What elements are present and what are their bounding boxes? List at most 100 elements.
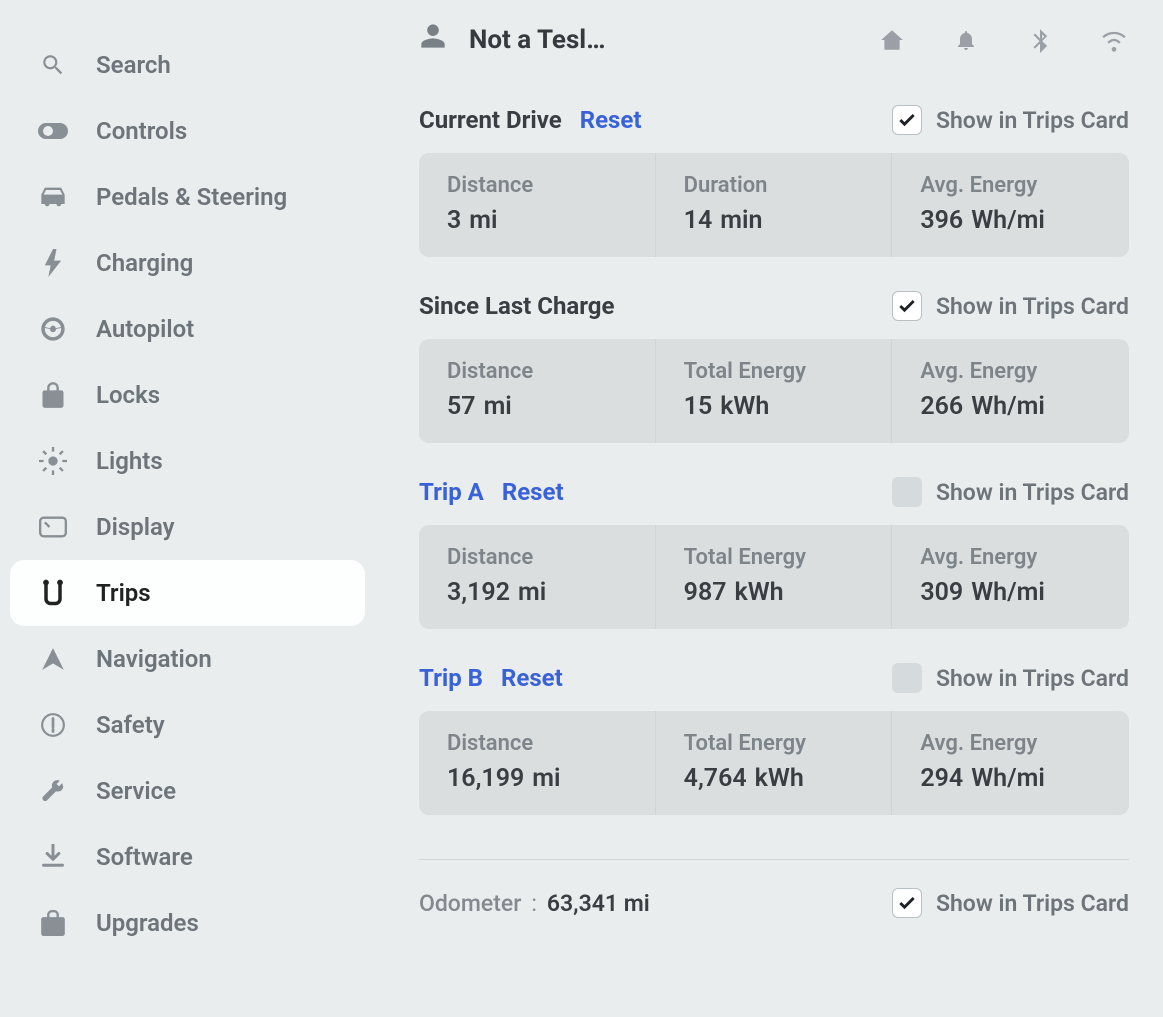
metric-label: Distance bbox=[447, 545, 627, 570]
odometer-row: Odometer : 63,341 mi Show in Trips Card bbox=[419, 859, 1129, 918]
sidebar-item-service[interactable]: Service bbox=[10, 758, 365, 824]
sidebar-item-lights[interactable]: Lights bbox=[10, 428, 365, 494]
sidebar-item-label: Search bbox=[96, 51, 349, 79]
sidebar-item-pedals-steering[interactable]: Pedals & Steering bbox=[10, 164, 365, 230]
show-in-trips-toggle[interactable]: Show in Trips Card bbox=[892, 663, 1129, 693]
main-panel: Not a Tesl… Current Drive Reset Show in Tr… bbox=[375, 0, 1163, 1017]
sidebar-item-display[interactable]: Display bbox=[10, 494, 365, 560]
show-label: Show in Trips Card bbox=[936, 665, 1129, 692]
show-label: Show in Trips Card bbox=[936, 479, 1129, 506]
sidebar-item-label: Display bbox=[96, 513, 349, 541]
bell-icon[interactable] bbox=[951, 25, 981, 55]
metric-label: Avg. Energy bbox=[920, 173, 1101, 198]
user-name: Not a Tesl… bbox=[469, 25, 605, 55]
metric-value: 3mi bbox=[447, 206, 627, 235]
metric-label: Distance bbox=[447, 731, 627, 756]
odometer-show-toggle[interactable]: Show in Trips Card bbox=[892, 888, 1129, 918]
sidebar-item-label: Locks bbox=[96, 381, 349, 409]
bluetooth-icon[interactable] bbox=[1025, 25, 1055, 55]
metric-value: 16,199mi bbox=[447, 764, 627, 793]
metrics-card: Distance 3mi Duration 14min Avg. Energy 396Wh… bbox=[419, 153, 1129, 257]
show-label: Show in Trips Card bbox=[936, 890, 1129, 917]
sidebar-item-charging[interactable]: Charging bbox=[10, 230, 365, 296]
car-icon bbox=[38, 182, 68, 212]
metric-value: 3,192mi bbox=[447, 578, 627, 607]
checkbox-icon[interactable] bbox=[892, 663, 922, 693]
show-in-trips-toggle[interactable]: Show in Trips Card bbox=[892, 291, 1129, 321]
metric-value: 987kWh bbox=[684, 578, 864, 607]
reset-button[interactable]: Reset bbox=[580, 106, 642, 134]
section-trip-b: Trip B Reset Show in Trips Card Distance 16,… bbox=[419, 663, 1129, 815]
sidebar-item-search[interactable]: Search bbox=[10, 32, 365, 98]
sidebar-item-label: Trips bbox=[96, 579, 349, 607]
topbar: Not a Tesl… bbox=[419, 22, 1129, 57]
metric-label: Total Energy bbox=[684, 545, 864, 570]
metric-label: Distance bbox=[447, 173, 627, 198]
homelink-icon[interactable] bbox=[877, 25, 907, 55]
reset-button[interactable]: Reset bbox=[501, 664, 563, 692]
section-title[interactable]: Trip A bbox=[419, 478, 484, 506]
checkbox-icon[interactable] bbox=[892, 291, 922, 321]
sidebar-item-safety[interactable]: Safety bbox=[10, 692, 365, 758]
reset-button[interactable]: Reset bbox=[502, 478, 564, 506]
metric-cell: Distance 16,199mi bbox=[419, 711, 656, 815]
sidebar-item-locks[interactable]: Locks bbox=[10, 362, 365, 428]
checkbox-icon[interactable] bbox=[892, 888, 922, 918]
section-title[interactable]: Trip B bbox=[419, 664, 483, 692]
sidebar-item-label: Controls bbox=[96, 117, 349, 145]
search-icon bbox=[38, 50, 68, 80]
user-icon bbox=[419, 22, 447, 57]
metric-value: 4,764kWh bbox=[684, 764, 864, 793]
odometer-label: Odometer bbox=[419, 890, 521, 917]
checkbox-icon[interactable] bbox=[892, 105, 922, 135]
toggle-icon bbox=[38, 116, 68, 146]
metric-cell: Distance57mi bbox=[419, 339, 656, 443]
steering-icon bbox=[38, 314, 68, 344]
metric-label: Avg. Energy bbox=[920, 731, 1101, 756]
metric-cell: Avg. Energy266Wh/mi bbox=[892, 339, 1129, 443]
metric-label: Total Energy bbox=[684, 359, 864, 384]
safety-icon bbox=[38, 710, 68, 740]
metric-cell: Avg. Energy 396Wh/mi bbox=[892, 153, 1129, 257]
metric-cell: Distance 3mi bbox=[419, 153, 656, 257]
section-header: Trip A Reset Show in Trips Card bbox=[419, 477, 1129, 507]
metric-value: 15kWh bbox=[684, 392, 864, 421]
topbar-icons bbox=[877, 25, 1129, 55]
section-title: Current Drive bbox=[419, 106, 562, 134]
metric-label: Distance bbox=[447, 359, 627, 384]
metric-value: 396Wh/mi bbox=[920, 206, 1101, 235]
wifi-icon[interactable] bbox=[1099, 25, 1129, 55]
sidebar-item-label: Service bbox=[96, 777, 349, 805]
metric-cell: Distance 3,192mi bbox=[419, 525, 656, 629]
metric-label: Duration bbox=[684, 173, 864, 198]
show-in-trips-toggle[interactable]: Show in Trips Card bbox=[892, 105, 1129, 135]
bolt-icon bbox=[38, 248, 68, 278]
section-header: Since Last Charge Show in Trips Card bbox=[419, 291, 1129, 321]
checkbox-icon[interactable] bbox=[892, 477, 922, 507]
sidebar-item-controls[interactable]: Controls bbox=[10, 98, 365, 164]
sidebar-item-software[interactable]: Software bbox=[10, 824, 365, 890]
metric-label: Avg. Energy bbox=[920, 545, 1101, 570]
sidebar-item-upgrades[interactable]: Upgrades bbox=[10, 890, 365, 956]
download-icon bbox=[38, 842, 68, 872]
metric-cell: Avg. Energy294Wh/mi bbox=[892, 711, 1129, 815]
sidebar-item-label: Upgrades bbox=[96, 909, 349, 937]
user-profile[interactable]: Not a Tesl… bbox=[419, 22, 605, 57]
show-label: Show in Trips Card bbox=[936, 107, 1129, 134]
metric-value: 14min bbox=[684, 206, 864, 235]
lights-icon bbox=[38, 446, 68, 476]
sidebar-item-autopilot[interactable]: Autopilot bbox=[10, 296, 365, 362]
odometer-colon: : bbox=[531, 890, 537, 917]
metric-cell: Avg. Energy309Wh/mi bbox=[892, 525, 1129, 629]
sidebar-item-navigation[interactable]: Navigation bbox=[10, 626, 365, 692]
section-current-drive: Current Drive Reset Show in Trips Card Dist… bbox=[419, 105, 1129, 257]
show-in-trips-toggle[interactable]: Show in Trips Card bbox=[892, 477, 1129, 507]
metric-cell: Duration 14min bbox=[656, 153, 893, 257]
sidebar-item-label: Navigation bbox=[96, 645, 349, 673]
trips-icon bbox=[38, 578, 68, 608]
section-title: Since Last Charge bbox=[419, 292, 614, 320]
sidebar-item-label: Autopilot bbox=[96, 315, 349, 343]
sidebar-item-trips[interactable]: Trips bbox=[10, 560, 365, 626]
metrics-card: Distance16,199miTotal Energy4,764kWhAvg.… bbox=[419, 711, 1129, 815]
metric-cell: Total Energy4,764kWh bbox=[656, 711, 893, 815]
